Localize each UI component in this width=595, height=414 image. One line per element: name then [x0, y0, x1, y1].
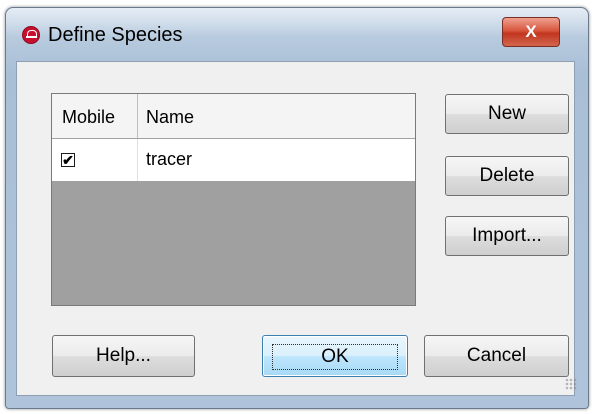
close-icon: X	[525, 22, 537, 41]
ok-button[interactable]: OK	[262, 335, 408, 377]
app-logo-icon	[22, 26, 40, 44]
dialog-title: Define Species	[48, 24, 183, 46]
column-header-mobile[interactable]: Mobile	[52, 94, 138, 138]
resize-grip-icon[interactable]	[565, 378, 577, 390]
help-button[interactable]: Help...	[52, 335, 195, 377]
cancel-button[interactable]: Cancel	[424, 335, 569, 377]
import-button[interactable]: Import...	[445, 216, 569, 256]
new-button[interactable]: New	[445, 94, 569, 134]
species-list[interactable]: Mobile Name ✔ tracer	[51, 93, 416, 306]
delete-button[interactable]: Delete	[445, 156, 569, 196]
close-button[interactable]: X	[502, 17, 560, 47]
species-name-cell[interactable]: tracer	[138, 139, 192, 181]
ok-button-label: OK	[272, 344, 398, 370]
mobile-cell: ✔	[52, 139, 138, 181]
table-row[interactable]: ✔ tracer	[52, 139, 415, 181]
list-header: Mobile Name	[52, 94, 415, 139]
column-header-name[interactable]: Name	[138, 94, 415, 138]
mobile-checkbox[interactable]: ✔	[61, 153, 75, 167]
